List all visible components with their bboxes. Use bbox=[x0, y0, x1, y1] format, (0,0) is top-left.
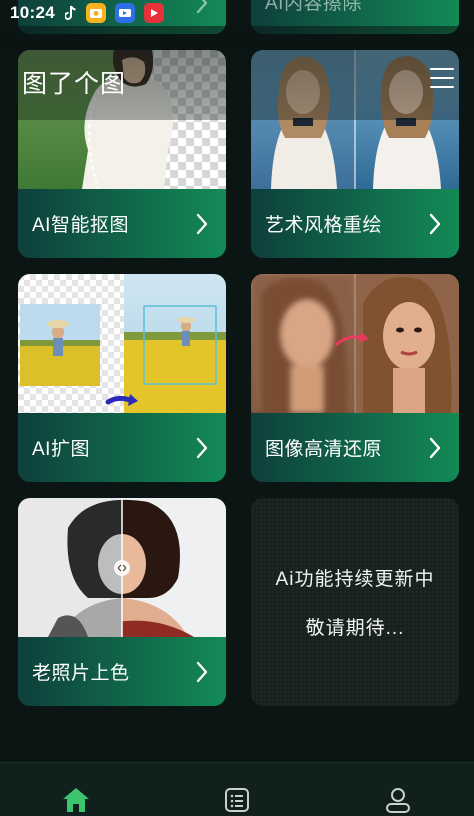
app-screen: 10:24 AI内容擦除 图了个图 AI智能抠图 艺术风格重绘 AI扩图 图像高… bbox=[0, 0, 474, 816]
coming-soon-line-2: 敬请期待... bbox=[305, 618, 405, 639]
coming-soon-card: Ai功能持续更新中 敬请期待... bbox=[251, 498, 459, 706]
home-icon bbox=[63, 788, 89, 812]
coming-soon-line-1: Ai功能持续更新中 bbox=[275, 569, 435, 590]
colorize-preview-image bbox=[18, 498, 226, 637]
card-bar: 图像高清还原 bbox=[251, 413, 459, 482]
card-label: AI扩图 bbox=[32, 439, 90, 460]
hamburger-menu-icon[interactable] bbox=[430, 68, 454, 88]
card-label: 艺术风格重绘 bbox=[265, 215, 383, 236]
hd-restore-preview-image bbox=[251, 274, 459, 413]
card-ai-outpaint[interactable]: AI扩图 bbox=[18, 274, 226, 482]
status-bar: 10:24 bbox=[0, 0, 474, 26]
chevron-right-icon bbox=[429, 437, 441, 459]
tiktok-icon bbox=[64, 3, 77, 23]
nav-list[interactable] bbox=[222, 785, 252, 815]
app-title: 图了个图 bbox=[22, 70, 127, 98]
chevron-right-icon bbox=[196, 661, 208, 683]
card-bar: AI扩图 bbox=[18, 413, 226, 482]
nav-profile[interactable] bbox=[383, 785, 413, 815]
list-icon bbox=[225, 788, 249, 812]
status-icons bbox=[64, 3, 164, 23]
video-app-icon bbox=[143, 3, 164, 23]
app-header: 图了个图 bbox=[0, 26, 474, 120]
card-label: 图像高清还原 bbox=[265, 439, 383, 460]
tv-app-icon bbox=[114, 3, 135, 23]
card-label: 老照片上色 bbox=[32, 663, 130, 684]
chevron-right-icon bbox=[196, 437, 208, 459]
card-hd-restore[interactable]: 图像高清还原 bbox=[251, 274, 459, 482]
chevron-right-icon bbox=[429, 213, 441, 235]
card-bar: 艺术风格重绘 bbox=[251, 189, 459, 258]
status-time: 10:24 bbox=[10, 3, 55, 22]
card-bar: AI智能抠图 bbox=[18, 189, 226, 258]
nav-home[interactable] bbox=[61, 785, 91, 815]
card-bar: 老照片上色 bbox=[18, 637, 226, 706]
bottom-nav bbox=[0, 762, 474, 816]
card-colorize[interactable]: 老照片上色 bbox=[18, 498, 226, 706]
chevron-right-icon bbox=[196, 213, 208, 235]
outpaint-preview-image bbox=[18, 274, 226, 413]
camera-app-icon bbox=[85, 3, 106, 23]
card-label: AI智能抠图 bbox=[32, 215, 129, 236]
profile-icon bbox=[386, 788, 410, 813]
